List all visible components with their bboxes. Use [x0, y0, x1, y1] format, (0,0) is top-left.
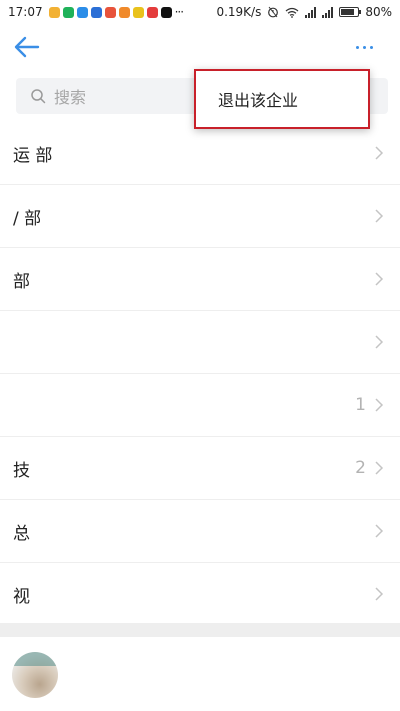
avatar [12, 652, 58, 698]
app-icon [118, 6, 130, 18]
app-icon [146, 6, 158, 18]
department-row[interactable] [0, 311, 400, 374]
app-icon [132, 6, 144, 18]
department-name: 运 部 [13, 145, 53, 166]
chevron-right-icon [375, 398, 384, 412]
app-icon [48, 6, 60, 18]
more-options-button[interactable] [346, 34, 382, 60]
app-icon [104, 6, 116, 18]
chevron-right-icon [375, 146, 384, 160]
navigation-bar [0, 24, 400, 70]
department-count: 2 [355, 458, 366, 478]
battery-percent: 80% [365, 5, 392, 19]
overflow-dots: ··· [174, 5, 185, 19]
department-row[interactable]: 总 [0, 500, 400, 563]
menu-item-leave-enterprise[interactable]: 退出该企业 [218, 87, 298, 111]
status-bar: 17:07 ··· 0.19K/s 80% [0, 0, 400, 24]
app-icon [76, 6, 88, 18]
network-speed: 0.19K/s [216, 5, 262, 19]
chevron-right-icon [375, 335, 384, 349]
signal-icon [322, 6, 334, 18]
search-icon [31, 89, 46, 104]
department-row[interactable]: 部 [0, 248, 400, 311]
more-dots-icon [355, 45, 359, 49]
app-icon [90, 6, 102, 18]
chevron-right-icon [375, 587, 384, 601]
department-name: 总 [13, 523, 30, 544]
department-row[interactable]: 技 2 [0, 437, 400, 500]
back-button[interactable] [10, 32, 42, 62]
arrow-left-icon [14, 36, 40, 58]
chevron-right-icon [375, 461, 384, 475]
battery-icon [339, 7, 362, 17]
department-name: / 部 [13, 208, 42, 229]
tiktok-icon [160, 6, 172, 18]
department-name: 视 [13, 586, 30, 607]
popup-menu: 退出该企业 [194, 69, 370, 129]
department-name: 部 [13, 271, 30, 292]
signal-icon [305, 6, 317, 18]
app-icon [62, 6, 74, 18]
member-row[interactable] [0, 637, 400, 711]
chevron-right-icon [375, 209, 384, 223]
department-name: 技 [13, 460, 30, 481]
chevron-right-icon [375, 272, 384, 286]
department-row[interactable]: 1 [0, 374, 400, 437]
department-row[interactable]: 视 [0, 563, 400, 626]
wifi-icon [285, 7, 299, 18]
department-row[interactable]: 运 部 [0, 122, 400, 185]
status-time: 17:07 [8, 5, 43, 19]
department-list: 运 部 / 部 部 1 技 2 总 视 [0, 122, 400, 626]
alarm-icon [268, 6, 279, 18]
notification-icons: ··· [48, 5, 185, 19]
department-count: 1 [355, 395, 366, 415]
section-divider [0, 623, 400, 637]
department-row[interactable]: / 部 [0, 185, 400, 248]
search-placeholder: 搜索 [54, 88, 87, 107]
chevron-right-icon [375, 524, 384, 538]
